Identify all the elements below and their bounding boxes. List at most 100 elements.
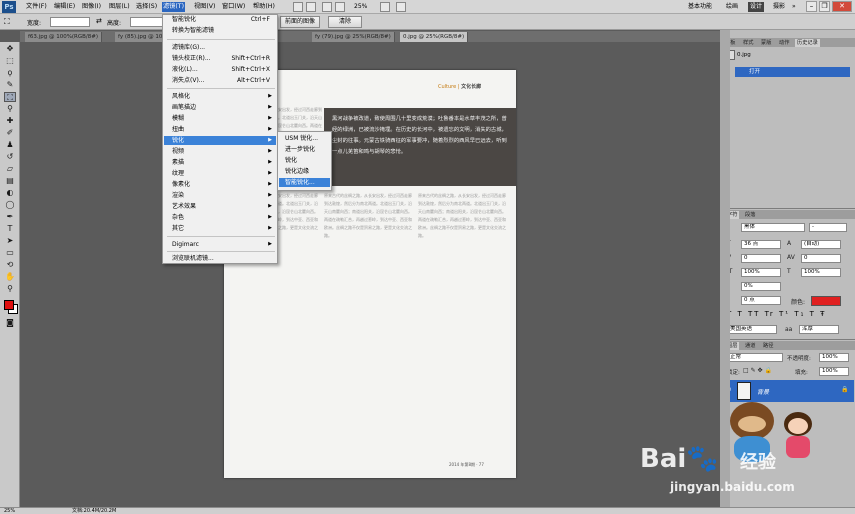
front-image-button[interactable]: 前面的图像 — [280, 16, 320, 28]
3d-rotate-icon[interactable]: ⟲ — [4, 260, 16, 270]
vertical-scale-field[interactable]: 100% — [741, 268, 781, 277]
text-style-buttons[interactable]: T T TT Tr T¹ T₁ T Ŧ — [727, 310, 851, 320]
marquee-tool-icon[interactable]: ⬚ — [4, 56, 16, 66]
menu-item-distort[interactable]: 扭曲 ▶ — [164, 125, 276, 134]
type-tool-icon[interactable]: T — [4, 224, 16, 234]
menu-item-usm-sharpen[interactable]: USM 锐化... — [279, 134, 330, 143]
horizontal-scale-field[interactable]: 100% — [801, 268, 841, 277]
menu-item-sharpen[interactable]: 锐化 ▶ — [164, 136, 276, 145]
minibridge-icon[interactable] — [306, 2, 316, 12]
tab-masks[interactable]: 蒙版 — [759, 39, 773, 47]
menu-edit[interactable]: 编辑(E) — [53, 2, 76, 12]
fill-field[interactable]: 100% — [819, 367, 849, 376]
height-input[interactable] — [130, 17, 164, 27]
text-color-swatch[interactable] — [811, 296, 841, 306]
workspace-more[interactable]: » — [792, 2, 796, 12]
shape-tool-icon[interactable]: ▭ — [4, 248, 16, 258]
bridge-icon[interactable] — [293, 2, 303, 12]
eraser-tool-icon[interactable]: ▱ — [4, 164, 16, 174]
menu-file[interactable]: 文件(F) — [25, 2, 48, 12]
menu-item-lens-correction[interactable]: 镜头校正(R)... Shift+Ctrl+R — [164, 54, 276, 63]
path-select-icon[interactable]: ➤ — [4, 236, 16, 246]
tracking-left-field[interactable]: 0 — [741, 254, 781, 263]
menu-item-blur[interactable]: 模糊 ▶ — [164, 114, 276, 123]
dodge-tool-icon[interactable]: ◯ — [4, 200, 16, 210]
font-style-select[interactable]: - — [809, 223, 847, 232]
lasso-tool-icon[interactable]: ϙ — [4, 68, 16, 78]
brush-tool-icon[interactable]: ✐ — [4, 128, 16, 138]
menu-item-artistic[interactable]: 艺术效果 ▶ — [164, 202, 276, 211]
tab-f63[interactable]: f63.jpg @ 100%(RGB/8#) — [25, 32, 103, 42]
history-step-open[interactable]: 打开 — [735, 67, 850, 77]
workspace-painting[interactable]: 绘画 — [726, 2, 738, 12]
blend-mode-select[interactable]: 正常 — [727, 353, 783, 362]
menu-item-vanishing-point[interactable]: 消失点(V)... Alt+Ctrl+V — [164, 76, 276, 85]
healing-tool-icon[interactable]: ✚ — [4, 116, 16, 126]
workspace-design[interactable]: 设计 — [748, 2, 765, 12]
font-size-select[interactable]: 36 点 — [741, 240, 781, 249]
menu-item-noise[interactable]: 杂色 ▶ — [164, 213, 276, 222]
minimize-icon[interactable]: – — [806, 1, 817, 12]
menu-item-sketch[interactable]: 素描 ▶ — [164, 158, 276, 167]
menu-item-browse-online[interactable]: 浏览联机滤镜... — [164, 254, 276, 263]
menu-item-filter-gallery[interactable]: 滤镜库(G)... — [164, 43, 276, 52]
tab-fy79[interactable]: fy (79).jpg @ 25%(RGB/8#) — [312, 32, 395, 42]
menu-item-smart-sharpen-dialog[interactable]: 智能锐化... — [279, 178, 330, 187]
menu-image[interactable]: 图像(I) — [81, 2, 102, 12]
menu-help[interactable]: 帮助(H) — [252, 2, 276, 12]
menu-item-video[interactable]: 视频 ▶ — [164, 147, 276, 156]
menu-item-texture[interactable]: 纹理 ▶ — [164, 169, 276, 178]
tracking-right-field[interactable]: 0 — [801, 254, 841, 263]
tab-channels[interactable]: 通道 — [743, 342, 757, 350]
opacity-field[interactable]: 100% — [819, 353, 849, 362]
history-brush-icon[interactable]: ↺ — [4, 152, 16, 162]
menu-layer[interactable]: 图层(L) — [108, 2, 131, 12]
menu-item-digimarc[interactable]: Digimarc ▶ — [164, 240, 276, 249]
tab-0jpg[interactable]: 0.jpg @ 25%(RGB/8#) — [400, 32, 469, 42]
gradient-tool-icon[interactable]: ▤ — [4, 176, 16, 186]
crop-tool-icon[interactable]: ⛶ — [4, 17, 16, 27]
workspace-essentials[interactable]: 基本功能 — [688, 2, 712, 12]
hand-icon[interactable] — [322, 2, 332, 12]
menu-item-convert-smart[interactable]: 转换为智能滤镜 — [164, 26, 276, 35]
menu-item-liquify[interactable]: 液化(L)... Shift+Ctrl+X — [164, 65, 276, 74]
foreground-color-swatch[interactable] — [4, 300, 14, 310]
pen-tool-icon[interactable]: ✒ — [4, 212, 16, 222]
menu-view[interactable]: 视图(V) — [193, 2, 216, 12]
zoom-tool-icon[interactable] — [335, 2, 345, 12]
menu-item-sharpen-more[interactable]: 进一步锐化 — [279, 145, 330, 154]
kern-field[interactable]: 0% — [741, 282, 781, 291]
quick-select-tool-icon[interactable]: ✎ — [4, 80, 16, 90]
stamp-tool-icon[interactable]: ♟ — [4, 140, 16, 150]
menu-item-stylize[interactable]: 风格化 ▶ — [164, 92, 276, 101]
menu-item-sharpen-edges[interactable]: 锐化边缘 — [279, 167, 330, 176]
font-family-select[interactable]: 黑体 — [741, 223, 805, 232]
tab-paragraph[interactable]: 段落 — [743, 211, 757, 219]
quick-mask-icon[interactable]: ◙ — [4, 318, 16, 328]
menu-filter[interactable]: 滤镜(T) — [162, 2, 185, 12]
language-select[interactable]: 美国英语 — [727, 325, 777, 334]
menu-item-render[interactable]: 渲染 ▶ — [164, 191, 276, 200]
menu-item-other[interactable]: 其它 ▶ — [164, 224, 276, 233]
width-input[interactable] — [50, 17, 90, 27]
workspace-photography[interactable]: 摄影 — [773, 2, 785, 12]
menu-item-sharpen-plain[interactable]: 锐化 — [279, 156, 330, 165]
clear-button[interactable]: 清除 — [328, 16, 362, 28]
tab-paths[interactable]: 路径 — [761, 342, 775, 350]
close-icon[interactable]: ✕ — [832, 1, 852, 12]
menu-item-smart-sharpen[interactable]: 智能锐化 Ctrl+F — [164, 15, 276, 24]
swap-icon[interactable]: ⇄ — [96, 17, 102, 25]
restore-icon[interactable]: ❐ — [819, 1, 830, 12]
menu-item-brush-strokes[interactable]: 画笔描边 ▶ — [164, 103, 276, 112]
leading-select[interactable]: (自动) — [801, 240, 841, 249]
zoom-tool-icon[interactable]: ⚲ — [4, 284, 16, 294]
history-file[interactable]: 0.jpg — [735, 50, 850, 60]
tab-styles[interactable]: 样式 — [741, 39, 755, 47]
tab-history[interactable]: 历史记录 — [795, 39, 820, 47]
menu-select[interactable]: 选择(S) — [135, 2, 158, 12]
anti-alias-select[interactable]: 浑厚 — [799, 325, 839, 334]
crop-tool-icon[interactable]: ⛶ — [4, 92, 16, 102]
lock-icons[interactable]: □ ✎ ✥ 🔒 — [743, 367, 772, 374]
zoom-level[interactable]: 25% — [354, 3, 367, 10]
eyedropper-tool-icon[interactable]: ⚲ — [4, 104, 16, 114]
